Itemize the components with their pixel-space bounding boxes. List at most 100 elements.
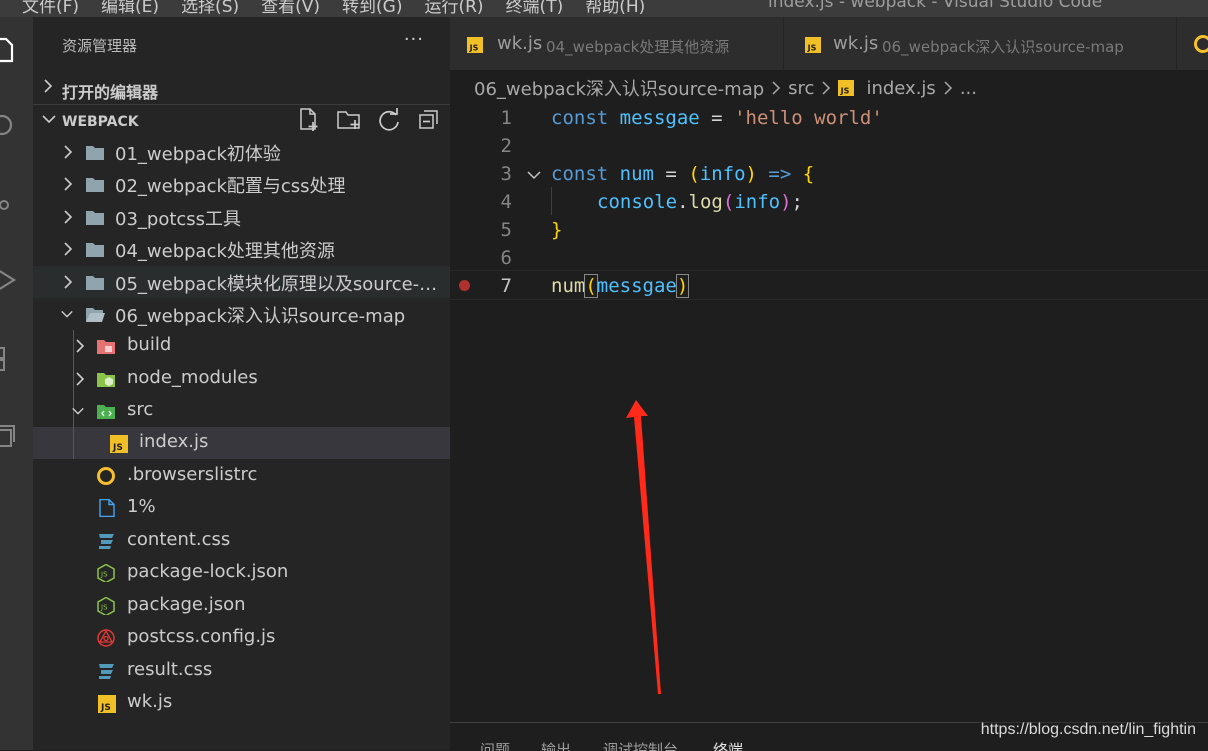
window-title: index.js - webpack - Visual Studio Code (768, 0, 1102, 12)
line-number: 7 (488, 275, 512, 297)
token-operator: = (700, 107, 734, 129)
chevron-down-icon (41, 110, 57, 128)
extensions-icon[interactable] (0, 342, 20, 372)
breadcrumb-folder[interactable]: 06_webpack深入认识source-map (474, 75, 764, 101)
tree-folder-01[interactable]: 01_webpack初体验 (33, 136, 450, 168)
remote-explorer-icon[interactable] (0, 422, 20, 452)
line-number: 6 (488, 247, 512, 269)
tree-folder-05[interactable]: 05_webpack模块化原理以及source-m... (33, 266, 450, 298)
chevron-down-icon (60, 305, 74, 323)
tree-folder-06[interactable]: 06_webpack深入认识source-map (33, 298, 450, 330)
chevron-right-icon (771, 81, 781, 95)
tree-file-content-css[interactable]: content.css (33, 525, 450, 557)
menu-help[interactable]: 帮助(H) (585, 0, 645, 17)
src-folder-open-icon (96, 402, 116, 420)
tab-name: wk.js (833, 33, 878, 54)
line-number: 4 (488, 191, 512, 213)
new-folder-icon[interactable] (336, 107, 362, 133)
code-line: 2 (450, 131, 1208, 159)
token-arrow: => (757, 163, 803, 185)
breadcrumb-symbol[interactable]: ... (960, 78, 977, 99)
js-file-icon: JS (838, 80, 854, 96)
run-debug-icon[interactable] (0, 265, 20, 295)
tree-file-wk-js[interactable]: JS wk.js (33, 687, 450, 719)
menu-edit[interactable]: 编辑(E) (101, 0, 159, 17)
tree-label: package-lock.json (127, 561, 288, 582)
breakpoint-icon[interactable] (459, 280, 470, 291)
svg-text:JS: JS (840, 86, 850, 95)
svg-text:JS: JS (100, 703, 111, 713)
tree-file-package-lock[interactable]: JS package-lock.json (33, 557, 450, 589)
code-line: 3 const num = (info) => { (450, 159, 1208, 187)
open-editors-section[interactable]: 打开的编辑器 (33, 72, 450, 102)
menu-file[interactable]: 文件(F) (22, 0, 79, 17)
collapse-all-icon[interactable] (416, 107, 442, 133)
breadcrumb-file[interactable]: index.js (866, 78, 935, 99)
tab-wk-js-04[interactable]: JS wk.js 04_webpack处理其他资源 (450, 17, 784, 70)
tree-file-1-percent[interactable]: 1% (33, 492, 450, 524)
folder-icon (85, 273, 105, 291)
token-bracket: ) (780, 191, 791, 213)
tree-file-browserslistrc[interactable]: .browserslistrc (33, 460, 450, 492)
tree-label: src (127, 399, 153, 420)
explorer-icon[interactable] (0, 35, 20, 65)
css-file-icon (96, 532, 116, 550)
tab-output[interactable]: 输出 (541, 739, 571, 751)
new-file-icon[interactable] (296, 107, 322, 133)
workspace-section[interactable]: WEBPACK (33, 104, 450, 135)
token-bracket: ) (746, 163, 757, 185)
indent-guide (551, 187, 552, 215)
source-control-icon[interactable] (0, 190, 20, 220)
code-line: 6 (450, 243, 1208, 271)
tree-file-result-css[interactable]: result.css (33, 655, 450, 687)
breadcrumb-src[interactable]: src (788, 78, 814, 99)
line-number: 2 (488, 135, 512, 157)
code-line: 1 const messgae = 'hello world' (450, 103, 1208, 131)
menu-view[interactable]: 查看(V) (261, 0, 320, 17)
js-file-icon: JS (109, 435, 129, 453)
more-actions-icon[interactable]: ··· (404, 29, 424, 50)
tree-folder-02[interactable]: 02_webpack配置与css处理 (33, 168, 450, 200)
editor-tab-bar: JS wk.js 04_webpack处理其他资源 JS wk.js 06_we… (450, 17, 1208, 70)
tree-folder-src[interactable]: src (33, 395, 450, 427)
sidebar-header: 资源管理器 ··· (33, 17, 450, 70)
folder-icon (85, 208, 105, 226)
tree-label: content.css (127, 529, 230, 550)
chevron-right-icon (61, 143, 75, 161)
refresh-icon[interactable] (376, 107, 402, 133)
token-bracket: ( (688, 163, 699, 185)
line-content: const num = (info) => { (551, 163, 814, 185)
chevron-right-icon (943, 81, 953, 95)
tree-label: build (127, 334, 171, 355)
token-bracket: ( (723, 191, 734, 213)
tree-label: postcss.config.js (127, 626, 275, 647)
svg-text:JS: JS (100, 604, 108, 612)
tree-folder-04[interactable]: 04_webpack处理其他资源 (33, 233, 450, 265)
tab-wk-js-06[interactable]: JS wk.js 06_webpack深入认识source-map (784, 17, 1177, 70)
tree-file-index-js[interactable]: JS index.js (33, 427, 450, 459)
chevron-right-icon (61, 240, 75, 258)
tree-folder-build[interactable]: build (33, 330, 450, 362)
tree-folder-node-modules[interactable]: node_modules (33, 363, 450, 395)
fold-chevron-icon[interactable] (526, 168, 542, 182)
tree-folder-03[interactable]: 03_potcss工具 (33, 201, 450, 233)
tab-terminal[interactable]: 终端 (713, 739, 743, 751)
menu-terminal[interactable]: 终端(T) (506, 0, 564, 17)
tree-label: package.json (127, 594, 246, 615)
menu-bar: 文件(F) 编辑(E) 选择(S) 查看(V) 转到(G) 运行(R) 终端(T… (22, 0, 645, 17)
tree-label: 03_potcss工具 (115, 205, 241, 231)
search-icon[interactable] (0, 110, 20, 140)
tree-file-postcss-config[interactable]: postcss.config.js (33, 622, 450, 654)
tree-file-package-json[interactable]: JS package.json (33, 590, 450, 622)
chevron-right-icon (61, 273, 75, 291)
menu-selection[interactable]: 选择(S) (181, 0, 239, 17)
token-string: 'hello world' (734, 107, 883, 129)
tab-browserslistrc[interactable] (1177, 17, 1208, 70)
tab-problems[interactable]: 问题 (480, 739, 510, 751)
menu-go[interactable]: 转到(G) (342, 0, 402, 17)
code-editor[interactable]: 1 const messgae = 'hello world' 2 3 cons… (450, 100, 1208, 722)
js-file-icon: JS (467, 37, 483, 53)
menu-run[interactable]: 运行(R) (424, 0, 483, 17)
folder-open-icon (85, 305, 105, 323)
tab-debug-console[interactable]: 调试控制台 (603, 739, 678, 751)
